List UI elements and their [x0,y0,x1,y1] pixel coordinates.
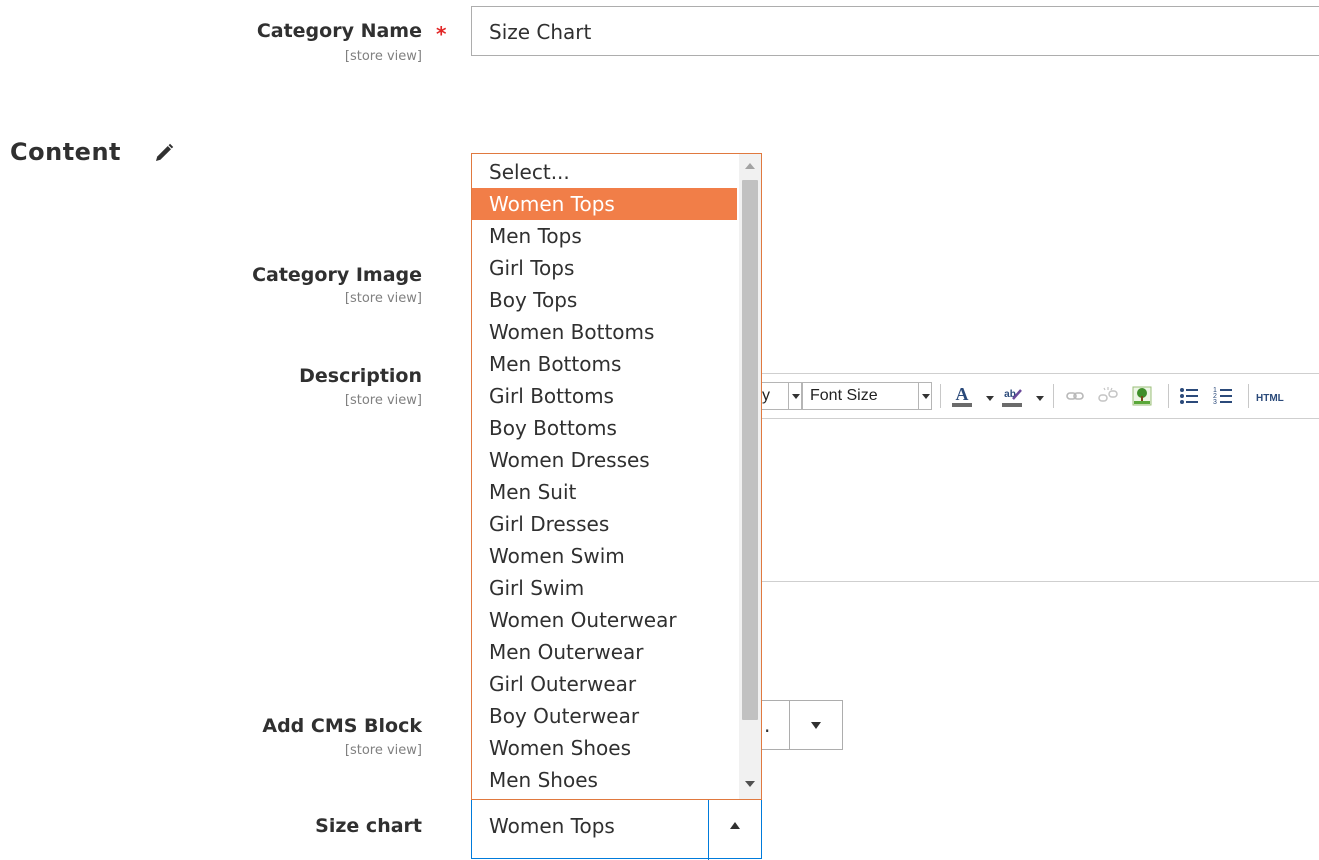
size-chart-option[interactable]: Boy Bottoms [472,412,737,444]
size-chart-select[interactable]: Women Tops [471,799,762,860]
category-name-value: Size Chart [489,20,592,44]
chevron-down-icon [811,722,821,729]
editor-content-area[interactable] [760,419,1319,580]
bullet-list-icon[interactable] [1178,384,1200,408]
size-chart-value: Women Tops [489,814,615,838]
chevron-up-icon [730,822,740,829]
font-size-dropdown[interactable] [918,382,932,410]
chevron-down-icon[interactable] [1036,396,1044,401]
size-chart-option[interactable]: Girl Dresses [472,508,737,540]
svg-text:3: 3 [1213,399,1217,406]
html-source-button[interactable]: HTML [1256,390,1290,408]
content-section-title[interactable]: Content [10,138,121,166]
size-chart-option[interactable]: Women Bottoms [472,316,737,348]
size-chart-dropdown-button[interactable] [708,800,762,860]
description-label: Description [299,365,422,387]
category-name-label: Category Name [256,20,422,42]
category-image-scope: [store view] [344,291,422,306]
cms-block-label: Add CMS Block [262,715,422,737]
chevron-down-icon [792,394,800,399]
category-name-input[interactable]: Size Chart [471,6,1319,56]
toolbar-separator [1053,384,1054,408]
size-chart-option[interactable]: Select... [472,156,737,188]
size-chart-option[interactable]: Men Bottoms [472,348,737,380]
font-family-dropdown[interactable] [788,382,802,410]
size-chart-option[interactable]: Women Dresses [472,444,737,476]
cms-block-dropdown-button[interactable] [789,700,843,750]
numbered-list-icon[interactable]: 1 2 3 [1212,384,1234,408]
insert-link-icon[interactable] [1064,384,1086,408]
chevron-down-icon [922,394,930,399]
description-scope: [store view] [344,393,422,408]
cms-block-value: . [764,713,771,737]
editor-border-bottom [760,581,1319,582]
size-chart-option[interactable]: Girl Outerwear [472,668,737,700]
pencil-icon[interactable] [152,141,176,165]
font-family-value: y [762,387,770,404]
category-image-label: Category Image [252,264,422,286]
scrollbar-thumb[interactable] [742,180,758,720]
size-chart-option[interactable]: Boy Tops [472,284,737,316]
size-chart-option[interactable]: Women Shoes [472,732,737,764]
font-color-icon[interactable]: A [951,384,973,408]
category-name-scope: [store view] [344,49,422,64]
toolbar-separator [940,384,941,408]
font-size-select[interactable]: Font Size [802,382,919,410]
cms-block-scope: [store view] [344,743,422,758]
size-chart-option[interactable]: Men Outerwear [472,636,737,668]
size-chart-option[interactable]: Women Outerwear [472,604,737,636]
svg-text:A: A [956,384,969,404]
size-chart-option[interactable]: Men Suit [472,476,737,508]
size-chart-option[interactable]: Girl Tops [472,252,737,284]
editor-border-top [760,373,1319,374]
size-chart-options-list[interactable]: Select... Women Tops Men Tops Girl Tops Boy … [471,153,762,800]
unlink-icon[interactable] [1097,384,1119,408]
size-chart-option[interactable]: Girl Swim [472,572,737,604]
size-chart-option[interactable]: Women Tops [472,188,737,220]
size-chart-option[interactable]: Boy Outerwear [472,700,737,732]
font-size-label: Font Size [810,387,878,404]
chevron-down-icon[interactable] [986,396,994,401]
scroll-down-arrow-icon[interactable] [745,781,755,787]
scroll-up-arrow-icon[interactable] [745,163,755,169]
toolbar-separator [1168,384,1169,408]
size-chart-option[interactable]: Men Tops [472,220,737,252]
size-chart-label: Size chart [315,815,422,837]
size-chart-option[interactable]: Women Swim [472,540,737,572]
toolbar-separator [1248,384,1249,408]
size-chart-option[interactable]: Men Shoes [472,764,737,796]
insert-image-icon[interactable] [1131,384,1153,408]
background-color-icon[interactable]: ab [1001,384,1023,408]
size-chart-option[interactable]: Girl Bottoms [472,380,737,412]
required-asterisk: * [436,22,447,46]
